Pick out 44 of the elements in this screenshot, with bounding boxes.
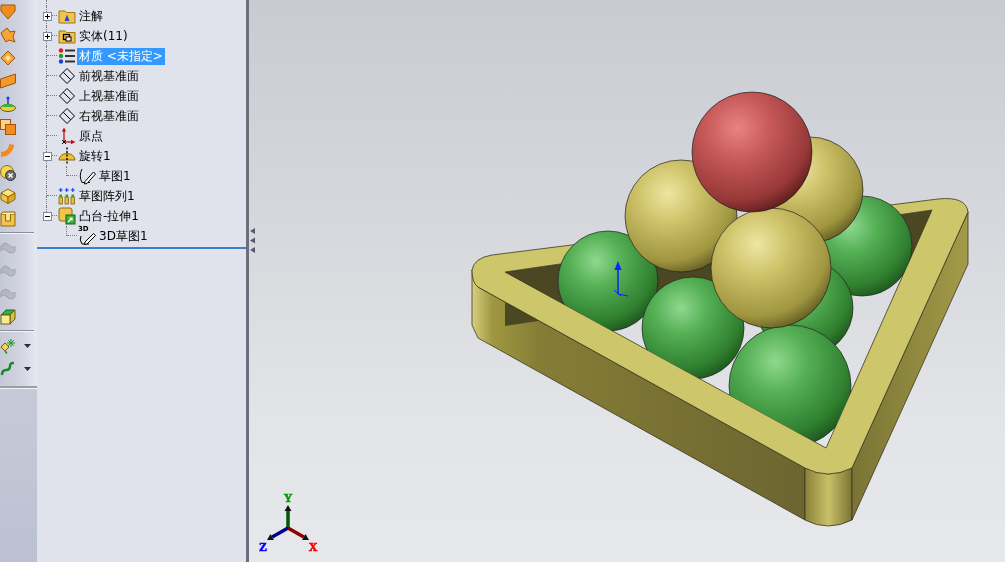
caret-icon[interactable] bbox=[24, 343, 31, 348]
tree-item[interactable]: 实体(11) bbox=[77, 27, 130, 45]
ball-icon[interactable] bbox=[0, 164, 16, 181]
tree-item[interactable]: 前视基准面 bbox=[77, 67, 141, 85]
caret-icon[interactable] bbox=[24, 366, 31, 371]
stacked-squares-icon[interactable] bbox=[0, 118, 16, 135]
tree-item[interactable]: 旋转1 bbox=[77, 147, 113, 165]
tree-item[interactable]: 草图阵列1 bbox=[77, 187, 137, 205]
tree-item[interactable]: 注解 bbox=[77, 7, 105, 25]
pattern-icon bbox=[58, 187, 76, 205]
origin-marker-icon bbox=[613, 261, 629, 297]
diamond-icon[interactable] bbox=[0, 49, 16, 66]
axis-label: Y bbox=[283, 491, 293, 505]
tree-item[interactable]: 上视基准面 bbox=[77, 87, 141, 105]
notched-block-icon[interactable] bbox=[0, 210, 16, 227]
star-shape-icon[interactable] bbox=[0, 26, 16, 43]
minus-box-icon[interactable] bbox=[42, 151, 52, 161]
sparkle-icon[interactable] bbox=[0, 337, 16, 354]
cube-icon[interactable] bbox=[0, 308, 16, 325]
sketch-icon bbox=[78, 167, 96, 185]
list-icon bbox=[58, 47, 76, 65]
tree-item[interactable]: 草图1 bbox=[97, 167, 133, 185]
curve-icon[interactable] bbox=[0, 360, 16, 377]
tree-item[interactable]: 右视基准面 bbox=[77, 107, 141, 125]
plus-box-icon[interactable] bbox=[42, 31, 52, 41]
plane-icon bbox=[58, 107, 76, 125]
extrude-icon bbox=[58, 207, 76, 225]
folder-icon bbox=[58, 7, 76, 25]
funnel-icon[interactable] bbox=[0, 3, 16, 20]
minus-box-icon[interactable] bbox=[42, 211, 52, 221]
slab-icon[interactable] bbox=[0, 72, 16, 89]
box-icon[interactable] bbox=[0, 187, 16, 204]
tree-item[interactable]: 3D草图1 bbox=[97, 227, 150, 245]
tree-item[interactable]: 凸台-拉伸1 bbox=[77, 207, 141, 225]
collapse-handle-icon[interactable] bbox=[250, 228, 255, 253]
axis-label: X bbox=[308, 540, 318, 554]
axis-label: Z bbox=[259, 540, 267, 554]
folder-icon bbox=[58, 27, 76, 45]
dome-icon[interactable] bbox=[0, 95, 16, 112]
revolve-icon bbox=[58, 147, 76, 165]
plus-box-icon[interactable] bbox=[42, 11, 52, 21]
tree-item[interactable]: 原点 bbox=[77, 127, 105, 145]
plane-icon bbox=[58, 87, 76, 105]
plane-icon bbox=[58, 67, 76, 85]
